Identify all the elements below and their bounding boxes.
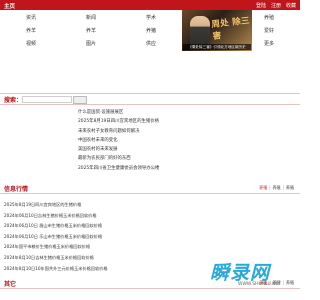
prices-section-header: 信息行情 养殖 | 养殖 | 养殖 (0, 183, 300, 194)
nav-item[interactable]: 养羊 (86, 27, 96, 34)
nav-grid: 资讯 新闻 学术 养殖 养殖 养羊 养羊 养猪 养鸡 爱好 视频 图片 供应 产… (0, 10, 300, 52)
nav-item[interactable]: 供应 (146, 40, 156, 47)
page: 主页 登陆 注册 收藏 资讯 新闻 学术 养殖 养殖 养羊 养羊 养猪 养鸡 爱… (0, 0, 300, 300)
nav-item[interactable]: 更多 (264, 40, 274, 47)
list-item[interactable]: 2024年06月10日 乐山市生猪价格玉米价格回软价格 (4, 232, 204, 243)
top-bar: 主页 登陆 注册 收藏 (0, 0, 300, 10)
section-link[interactable]: 养殖 (273, 185, 281, 191)
list-item[interactable]: 2025年8月19日四川宜宾地区的生猪价格 (4, 200, 204, 211)
nav-item[interactable]: 爱好 (264, 27, 274, 34)
separator: | (269, 185, 271, 190)
banner-caption: 《周处除三害》引领北方地区新历史 (183, 44, 251, 50)
section-title: 信息行情 (4, 186, 29, 193)
search-label: 搜索： (4, 97, 23, 104)
separator: | (282, 185, 284, 190)
login-link[interactable]: 登陆 (256, 2, 266, 9)
register-link[interactable]: 注册 (271, 2, 281, 9)
section-title: 其它 (4, 281, 17, 288)
search-row: 搜索： (0, 94, 300, 104)
list-item[interactable]: 2024年国平市粮价生猪价格玉米价格回软价格 (4, 242, 204, 253)
list-item[interactable]: 2024年8月10日吉林生猪价格玉米价格回软价格 (4, 253, 204, 264)
watermark-logo: 瞬录网 WWW.SHUNLU.NET (210, 258, 296, 292)
list-item[interactable]: 美国农村的未来发展 (78, 145, 198, 154)
banner-image[interactable]: 周处 除三害 《周处除三害》引领北方地区新历史 (182, 10, 252, 51)
list-item[interactable]: 未来农村子女教育问题如何解决 (78, 127, 198, 136)
watermark-sub: WWW.SHUNLU.NET (238, 282, 282, 287)
search-input[interactable] (22, 96, 72, 103)
list-item[interactable]: 2025年8月19日四川宜宾地区的生猪价格 (78, 117, 198, 126)
nav-item[interactable]: 养殖 (264, 14, 274, 21)
nav-item[interactable]: 图片 (86, 40, 96, 47)
banner-title: 周处 除三害 (211, 16, 251, 43)
nav-item[interactable]: 资讯 (26, 14, 36, 21)
list-item[interactable]: 2024年8月10日10年国共外三元价格玉米价格回软价格 (4, 264, 204, 275)
nav-item[interactable]: 新闻 (86, 14, 96, 21)
section-links: 养殖 | 养殖 | 养殖 (259, 185, 294, 191)
favorite-link[interactable]: 收藏 (286, 2, 296, 9)
prices-list: 2025年8月19日四川宜宾地区的生猪价格 2024年06月10日吉林生猪价格玉… (4, 200, 204, 274)
list-item[interactable]: 2024年06月10日吉林生猪价格玉米价格回软价格 (4, 211, 204, 222)
nav-item[interactable]: 学术 (146, 14, 156, 21)
section-link[interactable]: 养殖 (259, 185, 267, 191)
list-item[interactable]: 2024年06月10日 眉山市生猪价格玉米价格回软价格 (4, 221, 204, 232)
search-button[interactable] (73, 96, 87, 104)
nav-item[interactable]: 视频 (26, 40, 36, 47)
nav-item[interactable]: 养猪 (146, 27, 156, 34)
list-item[interactable]: 什么是国贸·设施展展区 (78, 108, 198, 117)
list-item[interactable]: 2025年四川省卫生健康委员会领导办公楼 (78, 164, 198, 173)
news-list: 什么是国贸·设施展展区 2025年8月19日四川宜宾地区的生猪价格 未来农村子女… (78, 108, 198, 173)
home-link[interactable]: 主页 (4, 2, 15, 10)
divider (0, 104, 300, 105)
list-item[interactable]: 中国农村未来的变化 (78, 136, 198, 145)
watermark-text: 瞬录网 (210, 262, 271, 284)
section-link[interactable]: 养殖 (286, 185, 294, 191)
list-item[interactable]: 最新为农民部门的好的东西 (78, 154, 198, 163)
nav-item[interactable]: 养羊 (26, 27, 36, 34)
top-links: 登陆 注册 收藏 (256, 2, 296, 9)
